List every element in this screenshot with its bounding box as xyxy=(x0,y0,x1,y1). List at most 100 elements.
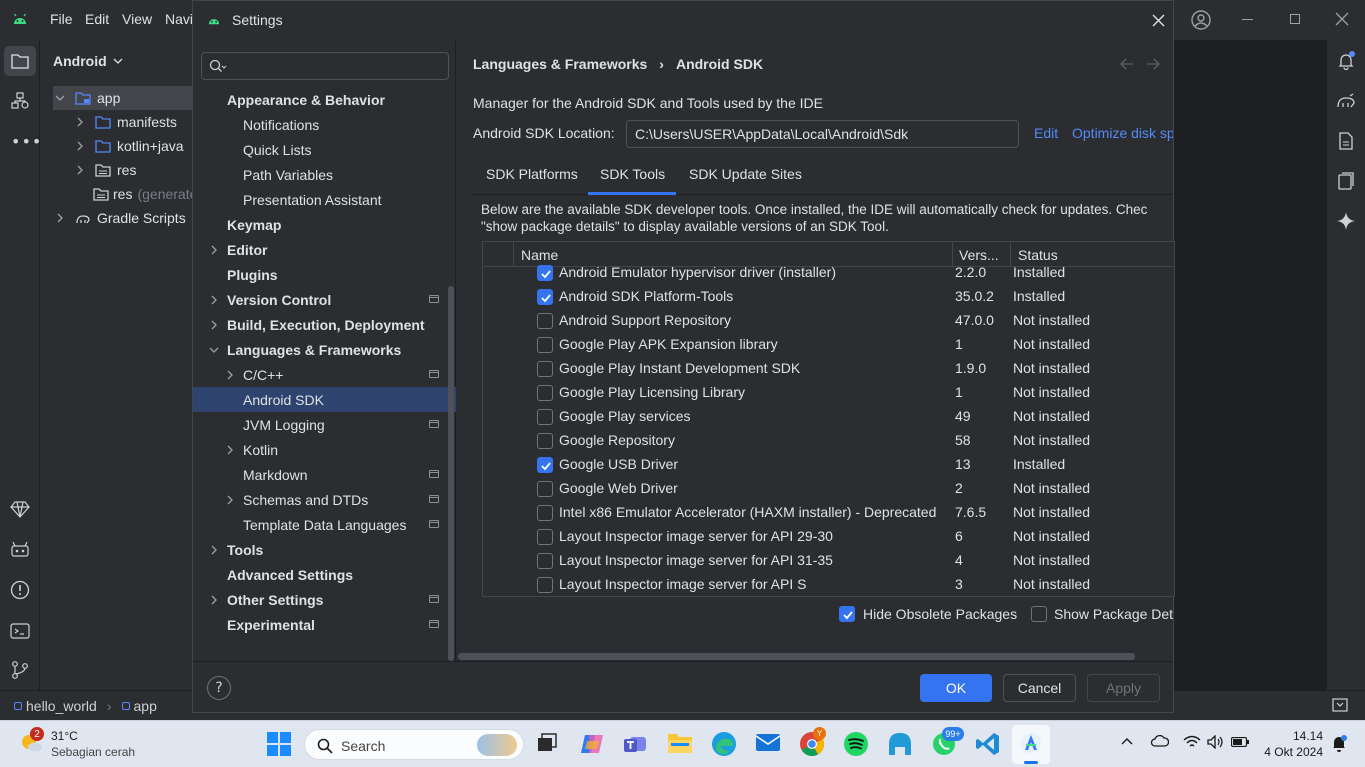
nav-item-plugins[interactable]: Plugins xyxy=(193,262,456,287)
table-row[interactable]: Google Repository 58 Not installed xyxy=(483,429,1174,453)
more-tools-icon[interactable]: ••• xyxy=(11,132,42,151)
nav-item-build-execution-deployment[interactable]: Build, Execution, Deployment xyxy=(193,312,456,337)
nav-item-version-control[interactable]: Version Control xyxy=(193,287,456,312)
notification-bell-icon[interactable] xyxy=(1331,735,1347,753)
chevron-down-icon[interactable] xyxy=(209,345,219,355)
row-checkbox[interactable] xyxy=(537,481,553,497)
breadcrumb-module[interactable]: app xyxy=(134,698,157,714)
settings-search-field[interactable] xyxy=(201,52,449,80)
chevron-right-icon[interactable] xyxy=(225,495,235,505)
nav-item-template-data-languages[interactable]: Template Data Languages xyxy=(193,512,456,537)
row-checkbox[interactable] xyxy=(537,409,553,425)
nav-item-editor[interactable]: Editor xyxy=(193,237,456,262)
table-row[interactable]: Google Play Licensing Library 1 Not instal… xyxy=(483,381,1174,405)
table-row[interactable]: Android Emulator hypervisor driver (inst… xyxy=(483,261,1174,285)
table-row[interactable]: Google Play Instant Development SDK 1.9.0… xyxy=(483,357,1174,381)
weather-sun-icon[interactable]: 2 xyxy=(18,727,44,755)
back-arrow-icon[interactable] xyxy=(1120,58,1134,70)
taskbar-search[interactable]: Search xyxy=(304,729,524,760)
layout-icon[interactable] xyxy=(1332,698,1348,712)
weather-desc[interactable]: Sebagian cerah xyxy=(51,745,135,759)
apply-button[interactable]: Apply xyxy=(1087,674,1160,702)
optimize-disk-link[interactable]: Optimize disk sp xyxy=(1072,125,1173,141)
teams-icon[interactable] xyxy=(622,731,648,757)
menu-navigate[interactable]: Navi xyxy=(165,11,193,27)
tab-sdk-update-sites[interactable]: SDK Update Sites xyxy=(689,166,802,202)
tab-sdk-tools[interactable]: SDK Tools xyxy=(600,166,665,202)
breadcrumb-project[interactable]: hello_world xyxy=(26,698,97,714)
device-manager-icon[interactable] xyxy=(10,540,30,558)
gem-icon[interactable] xyxy=(10,500,30,518)
restore-icon[interactable] xyxy=(1290,14,1300,24)
dialog-close-icon[interactable] xyxy=(1152,14,1165,27)
vscode-icon[interactable] xyxy=(975,731,1001,757)
nav-item-languages-frameworks[interactable]: Languages & Frameworks xyxy=(193,337,456,362)
nav-item-quick-lists[interactable]: Quick Lists xyxy=(193,137,456,162)
nav-item-other-settings[interactable]: Other Settings xyxy=(193,587,456,612)
running-devices-icon[interactable] xyxy=(1338,172,1354,190)
tree-item-res-generated[interactable]: res (generate xyxy=(93,182,197,206)
mail-icon[interactable] xyxy=(755,731,781,757)
nav-item-jvm-logging[interactable]: JVM Logging xyxy=(193,412,456,437)
table-row[interactable]: Android Support Repository 47.0.0 Not inst… xyxy=(483,309,1174,333)
account-icon[interactable] xyxy=(1190,9,1212,31)
nav-item-c-c[interactable]: C/C++ xyxy=(193,362,456,387)
nav-item-markdown[interactable]: Markdown xyxy=(193,462,456,487)
table-row[interactable]: Layout Inspector image server for API 31… xyxy=(483,549,1174,573)
android-studio-taskbar-button[interactable] xyxy=(1012,725,1050,764)
checkbox-box[interactable] xyxy=(839,606,855,622)
clock-time[interactable]: 14.14 xyxy=(1293,729,1323,743)
chevron-right-icon[interactable] xyxy=(209,595,219,605)
git-icon[interactable] xyxy=(11,660,29,680)
tree-item-kotlin-java[interactable]: kotlin+java xyxy=(75,134,184,158)
row-checkbox[interactable] xyxy=(537,577,553,593)
app-icon[interactable] xyxy=(887,731,913,757)
nav-item-keymap[interactable]: Keymap xyxy=(193,212,456,237)
clock-date[interactable]: 4 Okt 2024 xyxy=(1262,745,1323,759)
nav-item-appearance-behavior[interactable]: Appearance & Behavior xyxy=(193,87,456,112)
nav-item-presentation-assistant[interactable]: Presentation Assistant xyxy=(193,187,456,212)
tree-item-gradle-scripts[interactable]: Gradle Scripts xyxy=(55,206,186,230)
chevron-right-icon[interactable] xyxy=(209,245,219,255)
chrome-icon[interactable]: Y xyxy=(799,727,826,757)
row-checkbox[interactable] xyxy=(537,385,553,401)
nav-item-advanced-settings[interactable]: Advanced Settings xyxy=(193,562,456,587)
table-row[interactable]: Google Play APK Expansion library 1 Not in… xyxy=(483,333,1174,357)
project-tool-button[interactable] xyxy=(4,46,36,76)
tray-chevron-up-icon[interactable] xyxy=(1121,737,1133,745)
dialog-title-bar[interactable]: Settings xyxy=(193,1,1173,41)
weather-temp[interactable]: 31°C xyxy=(51,729,78,743)
onedrive-icon[interactable] xyxy=(1151,735,1169,747)
row-checkbox[interactable] xyxy=(537,457,553,473)
menu-edit[interactable]: Edit xyxy=(85,11,109,27)
nav-item-notifications[interactable]: Notifications xyxy=(193,112,456,137)
start-icon[interactable] xyxy=(267,732,291,756)
table-row[interactable]: Google USB Driver 13 Installed xyxy=(483,453,1174,477)
project-view-selector[interactable]: Android xyxy=(53,53,123,69)
row-checkbox[interactable] xyxy=(537,265,553,281)
chevron-right-icon[interactable] xyxy=(225,370,235,380)
table-row[interactable]: Google Play services 49 Not installed xyxy=(483,405,1174,429)
ok-button[interactable]: OK xyxy=(920,674,992,702)
table-row[interactable]: Google Web Driver 2 Not installed xyxy=(483,477,1174,501)
notifications-icon[interactable] xyxy=(1337,51,1355,70)
menu-view[interactable]: View xyxy=(122,11,152,27)
terminal-icon[interactable] xyxy=(10,622,30,640)
gemini-icon[interactable] xyxy=(1337,212,1355,230)
row-checkbox[interactable] xyxy=(537,433,553,449)
row-checkbox[interactable] xyxy=(537,553,553,569)
nav-item-kotlin[interactable]: Kotlin xyxy=(193,437,456,462)
row-checkbox[interactable] xyxy=(537,529,553,545)
battery-icon[interactable] xyxy=(1231,737,1249,747)
row-checkbox[interactable] xyxy=(537,505,553,521)
table-row[interactable]: Layout Inspector image server for API S 3… xyxy=(483,573,1174,596)
settings-search-input[interactable] xyxy=(232,57,442,75)
chevron-right-icon[interactable] xyxy=(209,320,219,330)
nav-item-tools[interactable]: Tools xyxy=(193,537,456,562)
table-row[interactable]: Layout Inspector image server for API 29… xyxy=(483,525,1174,549)
file-explorer-icon[interactable] xyxy=(667,731,693,757)
minimize-icon[interactable] xyxy=(1242,19,1253,20)
show-details-label[interactable]: Show Package Deta xyxy=(1054,606,1173,622)
tree-item-manifests[interactable]: manifests xyxy=(75,110,177,134)
tree-item-res[interactable]: res xyxy=(75,158,136,182)
